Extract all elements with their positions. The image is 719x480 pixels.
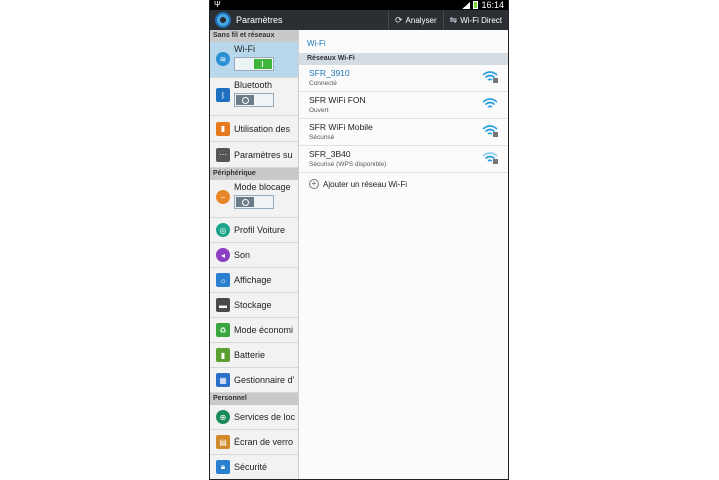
sidebar-item-label: Gestionnaire d' <box>234 375 295 385</box>
section-header-personal: Personnel <box>210 393 298 405</box>
sidebar-item-more-settings[interactable]: ⋯ Paramètres su <box>210 142 298 168</box>
network-name: SFR_3B40 <box>309 149 351 159</box>
security-icon: 🔒︎ <box>216 460 230 474</box>
sidebar-item-lock-screen[interactable]: ▤ Écran de verro <box>210 430 298 455</box>
network-name: SFR_3910 <box>309 68 350 78</box>
sidebar-item-label: Affichage <box>234 275 272 285</box>
add-wifi-network-label: Ajouter un réseau Wi-Fi <box>323 179 408 189</box>
wifi-locked-signal-icon <box>482 71 498 83</box>
sidebar-item-label: Sécurité <box>234 462 268 472</box>
sidebar-item-label: Paramètres su <box>234 149 293 160</box>
sidebar-item-display[interactable]: ☼ Affichage <box>210 268 298 293</box>
storage-icon: ▬ <box>216 298 230 312</box>
battery-status-icon <box>473 1 479 9</box>
action-bar: Paramètres ⟳ Analyser ⇋ Wi-Fi Direct <box>210 10 508 30</box>
sidebar-item-label: Mode blocage <box>234 182 291 192</box>
wifi-network-row[interactable]: SFR WiFi Mobile Sécurisé <box>299 119 508 146</box>
network-status: Ouvert <box>309 107 329 114</box>
wifi-locked-signal-icon <box>482 125 498 137</box>
sidebar-item-label: Stockage <box>234 300 272 310</box>
sidebar-item-sound[interactable]: ◂ Son <box>210 243 298 268</box>
wifi-toggle[interactable] <box>234 57 274 71</box>
sidebar-item-label: Son <box>234 250 251 260</box>
network-status: Sécurisé (WPS disponible) <box>309 161 387 168</box>
wifi-networks-header: Réseaux Wi-Fi <box>299 53 508 65</box>
wifi-direct-button[interactable]: ⇋ Wi-Fi Direct <box>442 10 508 30</box>
network-status: Sécurisé <box>309 134 335 141</box>
sidebar-item-blocking-mode[interactable]: − Mode blocage <box>210 180 298 218</box>
wifi-network-row[interactable]: SFR WiFi FON Ouvert <box>299 92 508 119</box>
section-header-wireless: Sans fil et réseaux <box>210 30 298 42</box>
sidebar-item-label: Utilisation des <box>234 123 291 134</box>
section-header-device: Périphérique <box>210 168 298 180</box>
sidebar-item-data-usage[interactable]: ▮ Utilisation des <box>210 116 298 142</box>
blocking-mode-toggle[interactable] <box>234 195 274 209</box>
status-bar: Ψ 16:14 <box>210 0 508 10</box>
sidebar-item-bluetooth[interactable]: ᛒ Bluetooth <box>210 78 298 116</box>
sidebar-item-label: Wi-Fi <box>234 44 255 54</box>
wifi-direct-button-label: Wi-Fi Direct <box>460 15 502 25</box>
signal-icon <box>462 1 471 9</box>
sidebar-item-label: Services de loc <box>234 412 296 422</box>
sound-icon: ◂ <box>216 248 230 262</box>
power-saving-icon: ♻ <box>216 323 230 337</box>
wifi-panel: Wi-Fi Réseaux Wi-Fi SFR_3910 Connecté SF… <box>299 30 508 479</box>
sidebar-item-label: Batterie <box>234 350 266 360</box>
wifi-direct-icon: ⇋ <box>449 14 458 25</box>
network-status: Connecté <box>309 80 337 87</box>
wifi-locked-signal-icon <box>482 152 498 164</box>
add-wifi-network-button[interactable]: + Ajouter un réseau Wi-Fi <box>299 173 508 189</box>
settings-gear-icon[interactable] <box>215 12 231 28</box>
sidebar-item-location[interactable]: ⊕ Services de loc <box>210 405 298 430</box>
sidebar-item-power-saving[interactable]: ♻ Mode économi <box>210 318 298 343</box>
sidebar-item-label: Bluetooth <box>234 80 273 90</box>
sidebar-item-label: Écran de verro <box>234 437 294 447</box>
wifi-panel-title: Wi-Fi <box>307 39 326 48</box>
wifi-network-row[interactable]: SFR_3910 Connecté <box>299 65 508 92</box>
scan-button[interactable]: ⟳ Analyser <box>388 10 443 30</box>
lock-screen-icon: ▤ <box>216 435 230 449</box>
app-manager-icon: ▦ <box>216 373 230 387</box>
car-profile-icon: ◎ <box>216 223 230 237</box>
location-icon: ⊕ <box>216 410 230 424</box>
sidebar-item-label: Profil Voiture <box>234 225 286 235</box>
sidebar-item-car-profile[interactable]: ◎ Profil Voiture <box>210 218 298 243</box>
add-icon: + <box>309 179 319 189</box>
wifi-icon: ≋ <box>216 52 230 66</box>
scan-button-label: Analyser <box>405 15 437 25</box>
sidebar-item-app-manager[interactable]: ▦ Gestionnaire d' <box>210 368 298 393</box>
wifi-network-row[interactable]: SFR_3B40 Sécurisé (WPS disponible) <box>299 146 508 173</box>
blocking-mode-icon: − <box>216 190 230 204</box>
display-icon: ☼ <box>216 273 230 287</box>
status-time: 16:14 <box>481 0 504 10</box>
settings-sidebar: Sans fil et réseaux ≋ Wi-Fi ᛒ Bluetooth … <box>210 30 299 479</box>
network-name: SFR WiFi Mobile <box>309 122 373 132</box>
refresh-icon: ⟳ <box>395 14 403 25</box>
network-name: SFR WiFi FON <box>309 95 366 105</box>
bluetooth-icon: ᛒ <box>216 88 230 102</box>
sidebar-item-storage[interactable]: ▬ Stockage <box>210 293 298 318</box>
bluetooth-toggle[interactable] <box>234 93 274 107</box>
sidebar-item-label: Mode économi <box>234 325 294 335</box>
battery-icon: ▮ <box>216 348 230 362</box>
sidebar-item-security[interactable]: 🔒︎ Sécurité <box>210 455 298 479</box>
device-frame: Ψ 16:14 Paramètres ⟳ Analyser ⇋ Wi-Fi Di… <box>209 0 509 480</box>
app-title: Paramètres <box>236 15 283 25</box>
wifi-signal-icon <box>482 98 498 108</box>
more-settings-icon: ⋯ <box>216 147 230 162</box>
usb-icon: Ψ <box>214 0 221 9</box>
sidebar-item-wifi[interactable]: ≋ Wi-Fi <box>210 42 298 78</box>
sidebar-item-battery[interactable]: ▮ Batterie <box>210 343 298 368</box>
data-usage-icon: ▮ <box>216 121 230 136</box>
